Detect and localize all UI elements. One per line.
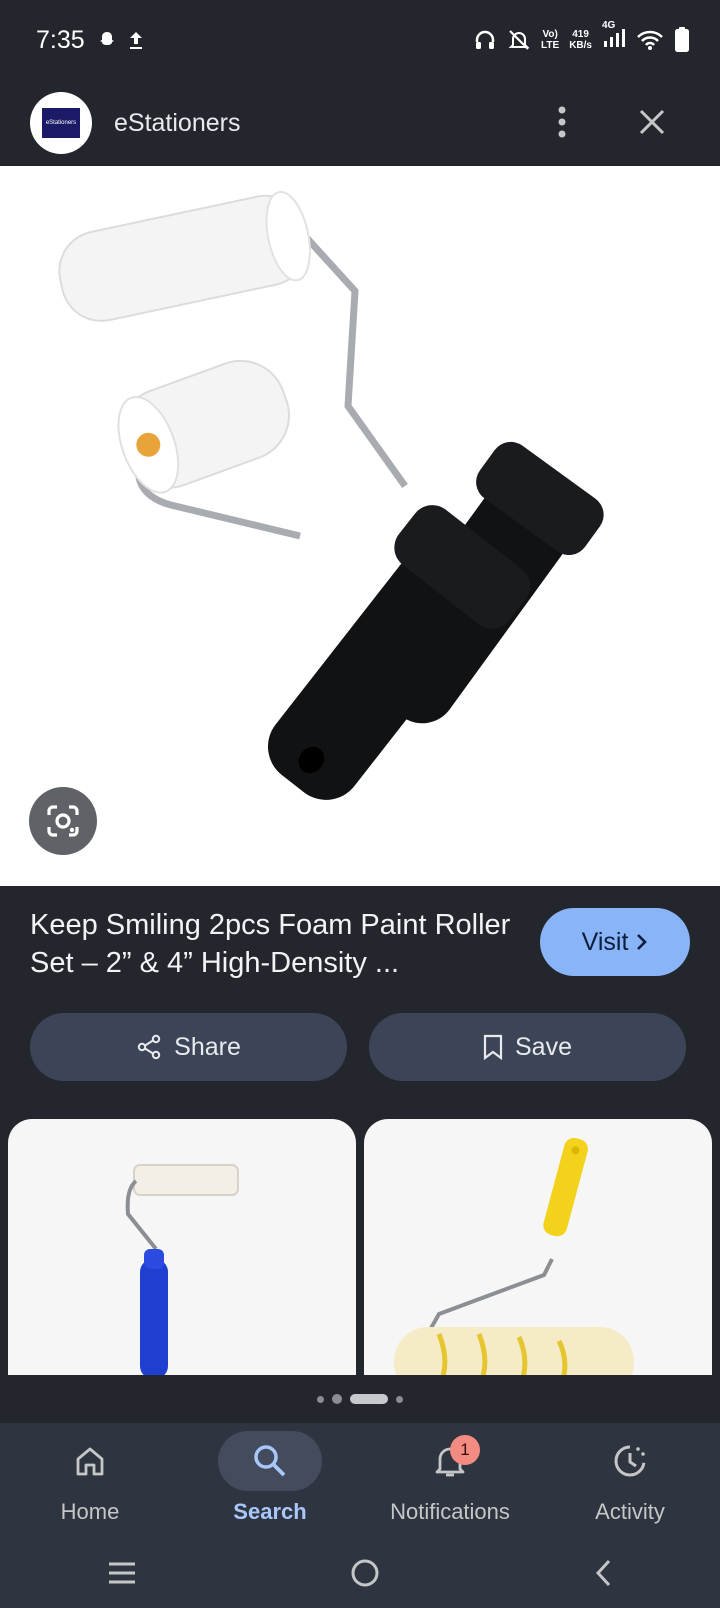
bookmark-icon bbox=[483, 1034, 503, 1060]
circle-home-icon bbox=[351, 1559, 379, 1587]
lens-icon bbox=[47, 805, 79, 837]
more-vert-icon bbox=[558, 106, 566, 138]
system-nav bbox=[0, 1543, 720, 1608]
status-left-icons bbox=[97, 30, 145, 50]
header-actions bbox=[540, 100, 674, 144]
status-right: Vo) LTE 419 KB/s 4G bbox=[473, 20, 690, 53]
blue-roller-image bbox=[125, 1164, 239, 1375]
activity-icon bbox=[614, 1445, 646, 1477]
chevron-right-icon bbox=[637, 934, 648, 950]
page-dot-active bbox=[350, 1394, 388, 1404]
volte-indicator: Vo) LTE bbox=[541, 29, 559, 51]
visit-label: Visit bbox=[581, 927, 629, 956]
nav-activity-icon-wrap bbox=[578, 1431, 682, 1491]
search-icon bbox=[254, 1445, 286, 1477]
recent-apps-button[interactable] bbox=[107, 1560, 137, 1591]
product-title[interactable]: Keep Smiling 2pcs Foam Paint Roller Set … bbox=[30, 906, 520, 982]
related-result-card[interactable] bbox=[8, 1119, 356, 1375]
site-logo: eStationers bbox=[42, 108, 80, 138]
cell-signal: 4G bbox=[602, 20, 626, 53]
status-time: 7:35 bbox=[36, 25, 85, 54]
site-name[interactable]: eStationers bbox=[114, 109, 240, 138]
bottom-nav: Home Search 1 Notifications Activity bbox=[0, 1423, 720, 1543]
related-results bbox=[8, 1119, 712, 1375]
nav-label: Notifications bbox=[390, 1499, 510, 1524]
share-label: Share bbox=[174, 1032, 241, 1061]
google-lens-button[interactable] bbox=[29, 787, 97, 855]
yellow-roller-image bbox=[394, 1137, 634, 1375]
title-row: Keep Smiling 2pcs Foam Paint Roller Set … bbox=[0, 886, 720, 1006]
page-dot bbox=[317, 1395, 324, 1403]
action-row: Share Save bbox=[30, 1013, 686, 1081]
nav-label: Home bbox=[60, 1499, 120, 1524]
headphones-icon bbox=[475, 30, 495, 49]
site-logo-avatar[interactable]: eStationers bbox=[30, 92, 92, 154]
volte-top: Vo) bbox=[542, 28, 558, 40]
volte-bottom: LTE bbox=[541, 39, 560, 51]
nav-search-icon-wrap bbox=[218, 1431, 322, 1491]
nav-notifications-icon-wrap bbox=[398, 1431, 502, 1491]
nav-search[interactable]: Search bbox=[180, 1423, 360, 1543]
upload-icon bbox=[129, 32, 142, 49]
menu-icon bbox=[108, 1562, 135, 1584]
battery-icon bbox=[675, 26, 689, 52]
notification-badge: 1 bbox=[450, 1435, 480, 1465]
status-bar: 7:35 Vo) LTE 419 KB/s 4G bbox=[0, 0, 720, 80]
page-indicator bbox=[0, 1394, 720, 1404]
product-image[interactable] bbox=[0, 166, 720, 886]
nav-label: Activity bbox=[595, 1499, 665, 1524]
speed-unit: KB/s bbox=[569, 39, 592, 51]
more-options-button[interactable] bbox=[540, 100, 584, 144]
speed-value: 419 bbox=[572, 28, 589, 40]
speed-indicator: 419 KB/s bbox=[569, 29, 592, 51]
home-button[interactable] bbox=[350, 1558, 380, 1593]
snapchat-icon bbox=[99, 32, 114, 45]
share-button[interactable]: Share bbox=[30, 1013, 347, 1081]
back-chevron-icon bbox=[596, 1559, 611, 1587]
nav-label: Search bbox=[233, 1499, 307, 1524]
screen: 7:35 Vo) LTE 419 KB/s 4G eStationers eSt… bbox=[0, 0, 720, 1608]
save-button[interactable]: Save bbox=[369, 1013, 686, 1081]
page-dot bbox=[396, 1395, 403, 1403]
nav-home-icon-wrap bbox=[38, 1431, 142, 1491]
close-button[interactable] bbox=[630, 100, 674, 144]
header: eStationers eStationers bbox=[0, 80, 720, 166]
home-icon bbox=[76, 1447, 104, 1476]
nav-activity[interactable]: Activity bbox=[540, 1423, 720, 1543]
nav-notifications[interactable]: 1 Notifications bbox=[360, 1423, 540, 1543]
wifi-icon bbox=[637, 30, 663, 50]
signal-label: 4G bbox=[602, 20, 616, 31]
share-icon bbox=[137, 1034, 161, 1060]
related-result-card[interactable] bbox=[364, 1119, 712, 1375]
mute-bell-icon bbox=[508, 29, 530, 50]
page-dot bbox=[332, 1394, 342, 1404]
visit-button[interactable]: Visit bbox=[540, 908, 690, 976]
save-label: Save bbox=[515, 1032, 572, 1061]
paint-rollers-image bbox=[58, 190, 604, 800]
close-icon bbox=[639, 109, 665, 135]
nav-home[interactable]: Home bbox=[0, 1423, 180, 1543]
back-button[interactable] bbox=[593, 1558, 613, 1593]
